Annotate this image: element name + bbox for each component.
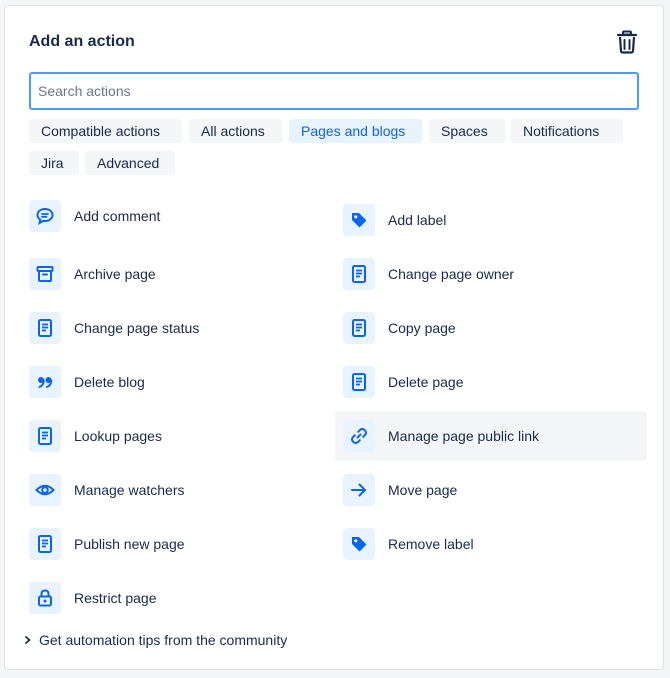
link-icon <box>350 427 368 445</box>
automation-tips-label: Get automation tips from the community <box>39 632 288 648</box>
action-change-page-status[interactable]: Change page status <box>21 303 333 353</box>
action-label: Manage page public link <box>388 428 539 444</box>
action-delete-blog[interactable]: Delete blog <box>21 357 333 407</box>
action-add-comment[interactable]: Add comment <box>21 191 333 241</box>
automation-tips-link[interactable]: Get automation tips from the community <box>23 630 287 650</box>
action-lookup-pages[interactable]: Lookup pages <box>21 411 333 461</box>
archive-icon <box>36 266 54 282</box>
comment-icon <box>36 207 54 226</box>
action-label: Change page owner <box>388 266 515 282</box>
tag-icon <box>352 213 367 228</box>
page-icon <box>352 265 366 283</box>
action-list: Add comment Add label Archive page Chang… <box>5 6 663 669</box>
tag-icon <box>352 537 367 552</box>
action-copy-page[interactable]: Copy page <box>335 303 647 353</box>
quote-icon <box>38 377 53 388</box>
action-label: Lookup pages <box>74 428 162 444</box>
page-icon <box>38 427 52 445</box>
action-add-label[interactable]: Add label <box>335 195 647 245</box>
page-icon <box>38 535 52 553</box>
action-label: Add label <box>388 212 447 228</box>
action-change-page-owner[interactable]: Change page owner <box>335 249 647 299</box>
page-icon <box>38 319 52 337</box>
action-manage-watchers[interactable]: Manage watchers <box>21 465 333 515</box>
action-label: Manage watchers <box>74 482 185 498</box>
action-publish-new-page[interactable]: Publish new page <box>21 519 333 569</box>
action-label: Move page <box>388 482 458 498</box>
action-delete-page[interactable]: Delete page <box>335 357 647 407</box>
action-archive-page[interactable]: Archive page <box>21 249 333 299</box>
action-manage-page-public-link[interactable]: Manage page public link <box>335 411 647 461</box>
action-restrict-page[interactable]: Restrict page <box>21 573 333 623</box>
action-label: Change page status <box>74 320 200 336</box>
add-action-panel: Add an action Compatible actions All act… <box>4 5 664 670</box>
arrow-right-icon <box>351 483 366 497</box>
action-remove-label[interactable]: Remove label <box>335 519 647 569</box>
action-label: Restrict page <box>74 590 157 606</box>
eye-icon <box>35 484 55 496</box>
chevron-right-icon <box>25 636 31 644</box>
action-label: Delete page <box>388 374 464 390</box>
action-label: Archive page <box>74 266 156 282</box>
action-label: Add comment <box>74 208 161 224</box>
action-label: Remove label <box>388 536 474 552</box>
action-move-page[interactable]: Move page <box>335 465 647 515</box>
page-icon <box>352 373 366 391</box>
lock-icon <box>38 589 52 607</box>
page-icon <box>352 319 366 337</box>
action-label: Copy page <box>388 320 456 336</box>
action-label: Publish new page <box>74 536 185 552</box>
action-label: Delete blog <box>74 374 145 390</box>
